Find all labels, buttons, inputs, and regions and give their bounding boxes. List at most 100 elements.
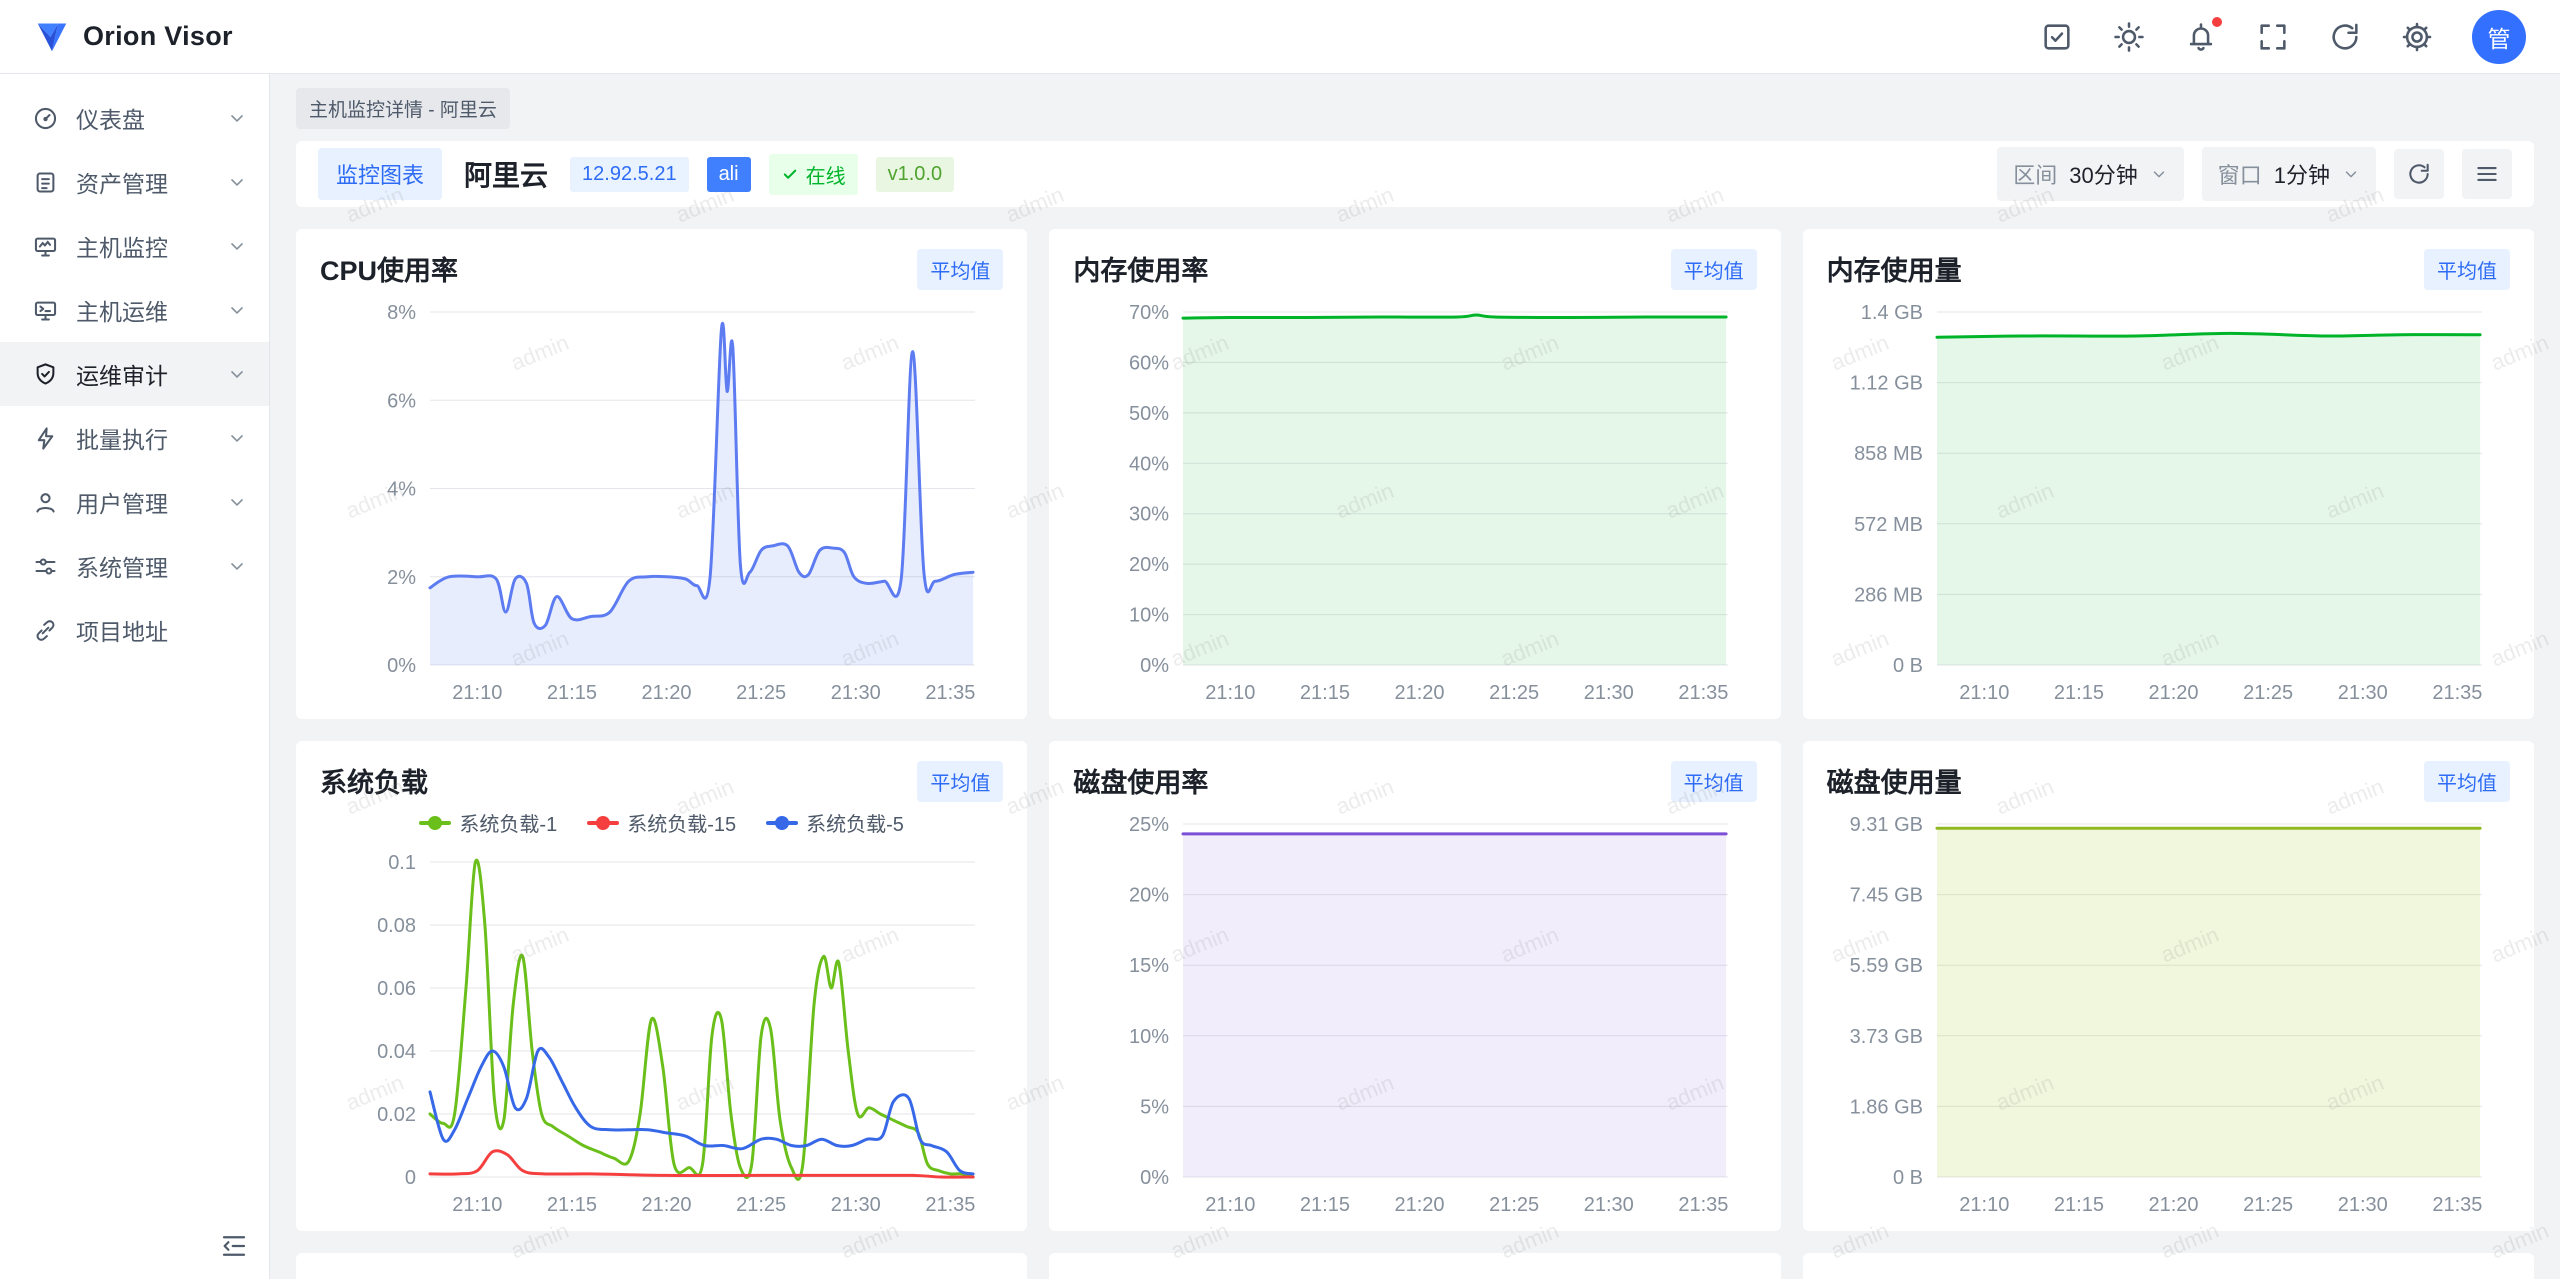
average-badge[interactable]: 平均值 xyxy=(1671,761,1757,802)
svg-text:21:10: 21:10 xyxy=(1959,1194,2009,1216)
svg-text:0.02: 0.02 xyxy=(377,1104,416,1126)
chart-title: CPU使用率 xyxy=(320,249,458,288)
svg-text:50%: 50% xyxy=(1129,403,1169,425)
orion-visor-logo[interactable]: Orion Visor xyxy=(34,19,233,55)
legend-item[interactable]: 系统负载-5 xyxy=(766,808,904,837)
svg-text:21:30: 21:30 xyxy=(1584,1194,1634,1216)
chevron-down-icon xyxy=(227,300,247,320)
chart-list-button[interactable] xyxy=(2462,149,2512,199)
svg-text:21:15: 21:15 xyxy=(547,1194,597,1216)
topbar-actions: 管 xyxy=(2040,10,2526,64)
sidebar-item-host-ops[interactable]: 主机运维 xyxy=(0,278,269,342)
host-status-tag: 在线 xyxy=(769,154,858,195)
cpu-usage-chart[interactable]: 0%2%4%6%8%21:1021:1521:2021:2521:3021:35 xyxy=(320,292,1003,711)
svg-text:30%: 30% xyxy=(1129,504,1169,526)
svg-text:21:25: 21:25 xyxy=(736,682,786,704)
sidebar-item-label: 运维审计 xyxy=(76,357,168,391)
svg-text:21:30: 21:30 xyxy=(2337,1194,2387,1216)
audit-shield-icon xyxy=(32,361,59,388)
svg-text:572 MB: 572 MB xyxy=(1854,514,1923,536)
svg-text:21:20: 21:20 xyxy=(1395,682,1445,704)
system-load-chart[interactable]: 00.020.040.060.080.121:1021:1521:2021:25… xyxy=(320,804,1003,1223)
chart-title: 内存使用率 xyxy=(1073,249,1208,288)
svg-text:21:30: 21:30 xyxy=(831,1194,881,1216)
sidebar-item-dashboard[interactable]: 仪表盘 xyxy=(0,86,269,150)
todo-icon[interactable] xyxy=(2040,20,2074,54)
svg-text:0.1: 0.1 xyxy=(388,852,416,874)
breadcrumb: 主机监控详情 - 阿里云 xyxy=(296,74,2534,141)
chevron-down-icon xyxy=(2342,165,2360,183)
sidebar-item-project-link[interactable]: 项目地址 xyxy=(0,598,269,662)
chart-title: 磁盘使用量 xyxy=(1827,761,1962,800)
svg-text:21:15: 21:15 xyxy=(2054,682,2104,704)
collapse-sidebar-icon[interactable] xyxy=(219,1231,249,1261)
sidebar: 仪表盘 资产管理 主机监控 主机运维 运维审计 批量执行 xyxy=(0,74,270,1279)
sidebar-item-batch-exec[interactable]: 批量执行 xyxy=(0,406,269,470)
svg-text:21:15: 21:15 xyxy=(1300,1194,1350,1216)
chart-card-stub xyxy=(296,1253,1027,1279)
svg-text:21:20: 21:20 xyxy=(642,1194,692,1216)
svg-text:21:25: 21:25 xyxy=(2243,682,2293,704)
svg-text:15%: 15% xyxy=(1129,955,1169,977)
chart-card-stub xyxy=(1049,1253,1780,1279)
chevron-down-icon xyxy=(227,364,247,384)
sidebar-item-label: 系统管理 xyxy=(76,549,168,583)
svg-text:4%: 4% xyxy=(387,479,416,501)
sidebar-item-label: 项目地址 xyxy=(76,613,168,647)
legend-item[interactable]: 系统负载-1 xyxy=(419,808,557,837)
chart-title: 磁盘使用率 xyxy=(1073,761,1208,800)
breadcrumb-item[interactable]: 主机监控详情 - 阿里云 xyxy=(296,88,510,129)
legend-marker-icon xyxy=(419,816,451,830)
memory-usage-rate-chart[interactable]: 0%10%20%30%40%50%60%70%21:1021:1521:2021… xyxy=(1073,292,1756,711)
average-badge[interactable]: 平均值 xyxy=(2424,249,2510,290)
user-avatar[interactable]: 管 xyxy=(2472,10,2526,64)
asset-icon xyxy=(32,169,59,196)
svg-text:21:35: 21:35 xyxy=(925,682,975,704)
interval-select[interactable]: 区间 30分钟 xyxy=(1997,147,2184,201)
agent-version-tag: v1.0.0 xyxy=(876,157,954,192)
sidebar-item-label: 主机监控 xyxy=(76,229,168,263)
chevron-down-icon xyxy=(227,108,247,128)
sidebar-item-system[interactable]: 系统管理 xyxy=(0,534,269,598)
host-ip-tag: 12.92.5.21 xyxy=(570,157,689,192)
chevron-down-icon xyxy=(227,236,247,256)
logo-v-icon xyxy=(34,19,70,55)
memory-usage-amount-chart[interactable]: 0 B286 MB572 MB858 MB1.12 GB1.4 GB21:102… xyxy=(1827,292,2510,711)
settings-icon[interactable] xyxy=(2400,20,2434,54)
sidebar-item-users[interactable]: 用户管理 xyxy=(0,470,269,534)
window-select[interactable]: 窗口 1分钟 xyxy=(2202,147,2376,201)
average-badge[interactable]: 平均值 xyxy=(917,249,1003,290)
fullscreen-icon[interactable] xyxy=(2256,20,2290,54)
chevron-down-icon xyxy=(2150,165,2168,183)
disk-usage-amount-chart[interactable]: 0 B1.86 GB3.73 GB5.59 GB7.45 GB9.31 GB21… xyxy=(1827,804,2510,1223)
average-badge[interactable]: 平均值 xyxy=(1671,249,1757,290)
refresh-icon xyxy=(2406,161,2432,187)
average-badge[interactable]: 平均值 xyxy=(917,761,1003,802)
svg-text:21:15: 21:15 xyxy=(547,682,597,704)
monitor-chart-button[interactable]: 监控图表 xyxy=(318,148,442,200)
svg-text:21:35: 21:35 xyxy=(1679,682,1729,704)
disk-usage-rate-chart[interactable]: 0%5%10%15%20%25%21:1021:1521:2021:2521:3… xyxy=(1073,804,1756,1223)
legend-item[interactable]: 系统负载-15 xyxy=(587,808,736,837)
sidebar-item-host-monitor[interactable]: 主机监控 xyxy=(0,214,269,278)
svg-text:21:35: 21:35 xyxy=(1679,1194,1729,1216)
refresh-charts-button[interactable] xyxy=(2394,149,2444,199)
svg-text:286 MB: 286 MB xyxy=(1854,584,1923,606)
svg-text:21:10: 21:10 xyxy=(452,682,502,704)
sidebar-item-assets[interactable]: 资产管理 xyxy=(0,150,269,214)
chevron-down-icon xyxy=(227,428,247,448)
svg-text:0 B: 0 B xyxy=(1893,655,1923,677)
average-badge[interactable]: 平均值 xyxy=(2424,761,2510,802)
refresh-icon[interactable] xyxy=(2328,20,2362,54)
memory-usage-rate-card: 内存使用率 平均值 0%10%20%30%40%50%60%70%21:1021… xyxy=(1049,229,1780,719)
svg-text:0%: 0% xyxy=(1140,655,1169,677)
svg-text:21:30: 21:30 xyxy=(831,682,881,704)
svg-text:20%: 20% xyxy=(1129,554,1169,576)
sidebar-item-ops-audit[interactable]: 运维审计 xyxy=(0,342,269,406)
user-icon xyxy=(32,489,59,516)
svg-text:21:35: 21:35 xyxy=(2432,682,2482,704)
notifications-icon[interactable] xyxy=(2184,20,2218,54)
svg-text:0.08: 0.08 xyxy=(377,915,416,937)
theme-icon[interactable] xyxy=(2112,20,2146,54)
svg-text:21:20: 21:20 xyxy=(642,682,692,704)
